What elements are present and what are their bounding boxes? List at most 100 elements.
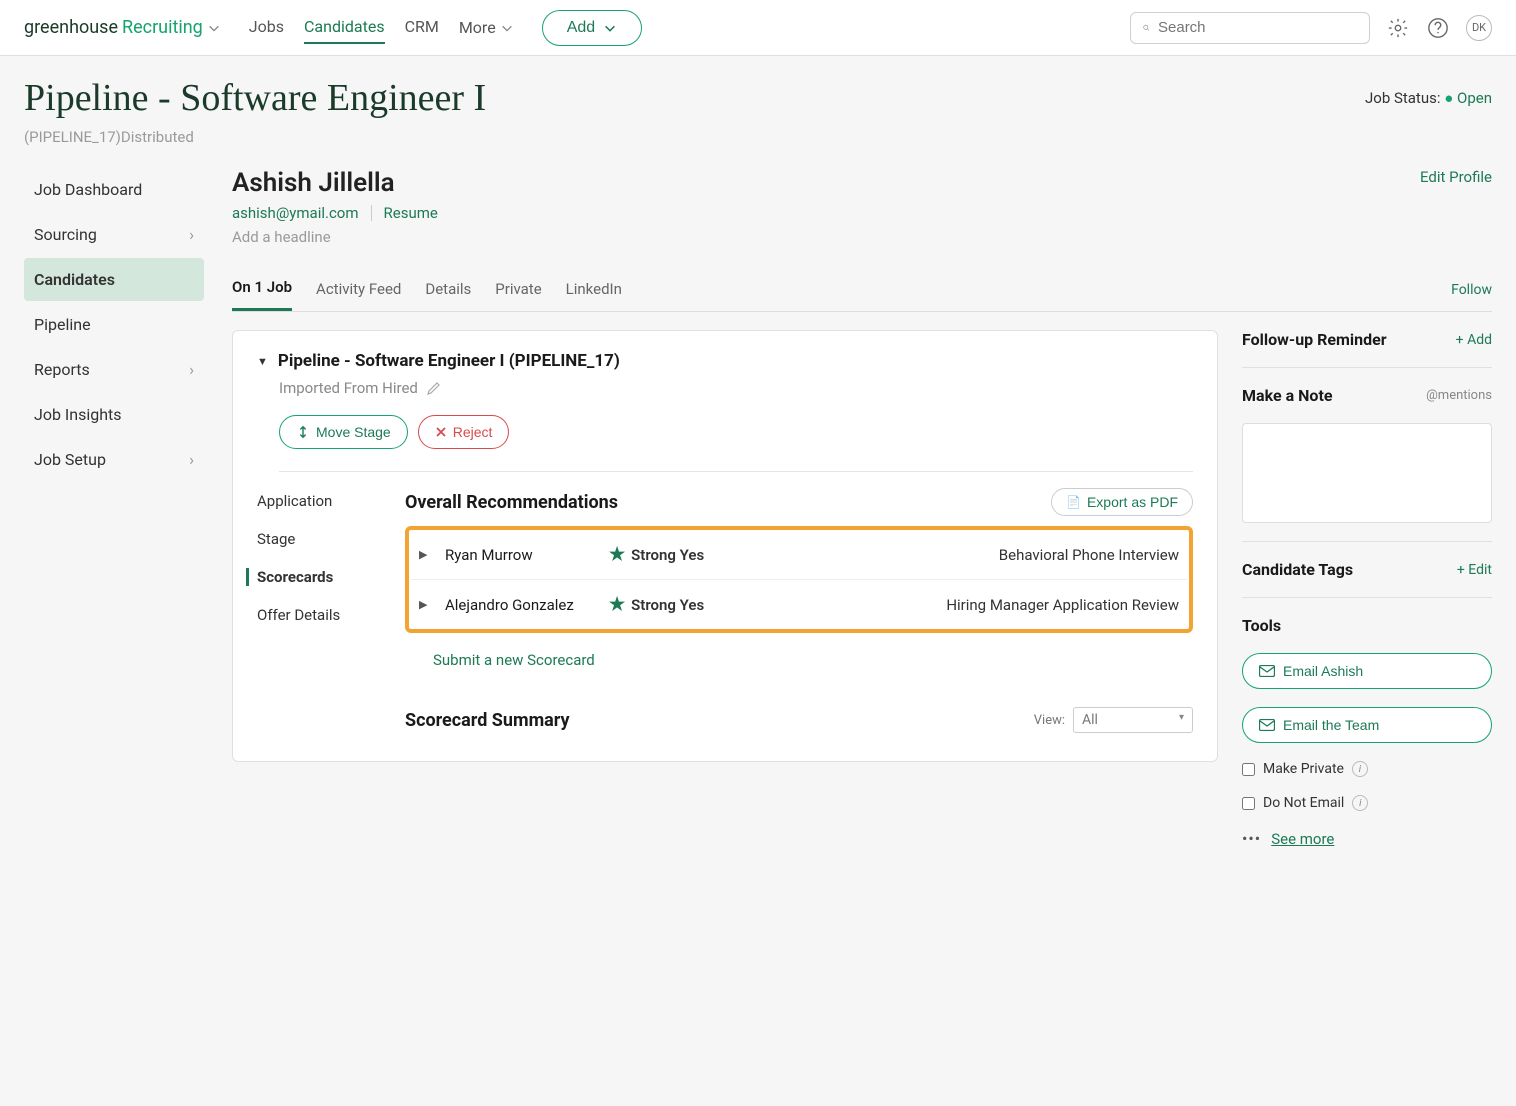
divider <box>1242 541 1492 542</box>
add-button[interactable]: Add <box>542 10 642 46</box>
make-private-row[interactable]: Make Private i <box>1242 761 1492 777</box>
sc-nav-scorecards[interactable]: Scorecards <box>246 568 377 586</box>
x-icon <box>435 426 447 438</box>
rating-label: Strong Yes <box>631 596 704 614</box>
search-box[interactable] <box>1130 12 1370 44</box>
followup-title: Follow-up Reminder <box>1242 330 1387 349</box>
sidebar-item-pipeline[interactable]: Pipeline <box>24 303 204 346</box>
sidebar-item-candidates[interactable]: Candidates <box>24 258 204 301</box>
nav-crm[interactable]: CRM <box>405 11 439 44</box>
recommendation-row: ▶ Alejandro Gonzalez ★ Strong Yes Hiring… <box>411 580 1187 629</box>
gear-icon <box>1387 17 1409 39</box>
make-private-label: Make Private <box>1263 761 1344 777</box>
tab-private[interactable]: Private <box>495 270 541 310</box>
make-private-checkbox[interactable] <box>1242 763 1255 776</box>
move-stage-button[interactable]: Move Stage <box>279 415 408 449</box>
tags-edit[interactable]: + Edit <box>1457 562 1492 578</box>
reviewer-name: Alejandro Gonzalez <box>445 596 595 614</box>
tab-linkedin[interactable]: LinkedIn <box>566 270 622 310</box>
do-not-email-label: Do Not Email <box>1263 795 1344 811</box>
submit-scorecard-link[interactable]: Submit a new Scorecard <box>433 651 1193 669</box>
pdf-icon: 📄 <box>1066 495 1081 509</box>
recommendations-highlight: ▶ Ryan Murrow ★ Strong Yes Behavioral Ph… <box>405 526 1193 633</box>
chevron-right-icon: › <box>189 225 194 244</box>
add-headline[interactable]: Add a headline <box>232 228 438 246</box>
note-input[interactable] <box>1242 423 1492 523</box>
candidate-name: Ashish Jillella <box>232 168 438 198</box>
search-icon <box>1143 19 1150 37</box>
job-card: ▼ Pipeline - Software Engineer I (PIPELI… <box>232 330 1218 762</box>
sidebar-item-dashboard[interactable]: Job Dashboard <box>24 168 204 211</box>
nav-candidates[interactable]: Candidates <box>304 11 385 44</box>
recommendation-row: ▶ Ryan Murrow ★ Strong Yes Behavioral Ph… <box>411 530 1187 580</box>
logo-text-dark: greenhouse <box>24 17 118 38</box>
mentions-link[interactable]: @mentions <box>1426 388 1492 403</box>
sidebar-item-sourcing[interactable]: Sourcing › <box>24 213 204 256</box>
tab-details[interactable]: Details <box>425 270 471 310</box>
email-team-label: Email the Team <box>1283 717 1379 733</box>
see-more-link[interactable]: See more <box>1271 830 1334 848</box>
right-column: Follow-up Reminder + Add Make a Note @me… <box>1242 330 1492 848</box>
sidebar-item-insights[interactable]: Job Insights <box>24 393 204 436</box>
email-candidate-button[interactable]: Email Ashish <box>1242 653 1492 689</box>
info-icon[interactable]: i <box>1352 761 1368 777</box>
star-icon: ★ <box>609 544 625 565</box>
nav-more[interactable]: More <box>459 11 514 44</box>
sidebar-item-setup[interactable]: Job Setup › <box>24 438 204 481</box>
help-button[interactable] <box>1426 16 1450 40</box>
info-icon[interactable]: i <box>1352 795 1368 811</box>
more-icon: ••• <box>1242 829 1261 848</box>
follow-link[interactable]: Follow <box>1451 282 1492 298</box>
export-pdf-button[interactable]: 📄 Export as PDF <box>1051 488 1193 516</box>
divider <box>371 205 372 221</box>
email-team-button[interactable]: Email the Team <box>1242 707 1492 743</box>
export-label: Export as PDF <box>1087 494 1178 510</box>
tab-on-job[interactable]: On 1 Job <box>232 268 292 311</box>
logo[interactable]: greenhouse Recruiting <box>24 17 221 38</box>
sidebar-item-label: Reports <box>34 360 90 379</box>
collapse-icon[interactable]: ▼ <box>257 355 268 368</box>
resume-link[interactable]: Resume <box>384 204 438 222</box>
edit-profile-link[interactable]: Edit Profile <box>1420 168 1492 186</box>
sc-nav-offer[interactable]: Offer Details <box>257 606 377 624</box>
sidebar-item-reports[interactable]: Reports › <box>24 348 204 391</box>
star-icon: ★ <box>609 594 625 615</box>
job-status-value: Open <box>1457 89 1492 107</box>
rating-label: Strong Yes <box>631 546 704 564</box>
search-input[interactable] <box>1158 19 1357 36</box>
card-title: Pipeline - Software Engineer I (PIPELINE… <box>278 351 620 371</box>
sidebar: Job Dashboard Sourcing › Candidates Pipe… <box>24 168 204 848</box>
interview-stage: Behavioral Phone Interview <box>743 546 1179 564</box>
reviewer-name: Ryan Murrow <box>445 546 595 564</box>
rating: ★ Strong Yes <box>609 594 729 615</box>
move-icon <box>296 425 310 439</box>
view-select[interactable]: All <box>1073 707 1193 733</box>
tab-activity[interactable]: Activity Feed <box>316 270 401 310</box>
expand-icon[interactable]: ▶ <box>419 548 431 561</box>
candidate-email[interactable]: ashish@ymail.com <box>232 204 359 222</box>
sidebar-item-label: Sourcing <box>34 225 97 244</box>
divider <box>1242 597 1492 598</box>
page-title: Pipeline - Software Engineer I <box>24 76 486 120</box>
topbar: greenhouse Recruiting Jobs Candidates CR… <box>0 0 1516 56</box>
do-not-email-checkbox[interactable] <box>1242 797 1255 810</box>
main: Ashish Jillella ashish@ymail.com Resume … <box>232 168 1492 848</box>
edit-source-icon[interactable] <box>426 380 442 396</box>
chevron-down-icon <box>207 21 221 35</box>
add-button-label: Add <box>567 19 595 37</box>
job-status-label: Job Status: <box>1365 89 1441 107</box>
user-avatar[interactable]: DK <box>1466 15 1492 41</box>
scorecard-summary-title: Scorecard Summary <box>405 710 570 731</box>
nav-jobs[interactable]: Jobs <box>249 11 284 44</box>
sc-nav-application[interactable]: Application <box>257 492 377 510</box>
help-icon <box>1427 17 1449 39</box>
followup-add[interactable]: + Add <box>1456 332 1492 348</box>
do-not-email-row[interactable]: Do Not Email i <box>1242 795 1492 811</box>
reject-button[interactable]: Reject <box>418 415 510 449</box>
settings-button[interactable] <box>1386 16 1410 40</box>
logo-text-green: Recruiting <box>122 17 203 38</box>
sc-nav-stage[interactable]: Stage <box>257 530 377 548</box>
see-more-row: ••• See more <box>1242 829 1492 848</box>
expand-icon[interactable]: ▶ <box>419 598 431 611</box>
divider <box>1242 367 1492 368</box>
